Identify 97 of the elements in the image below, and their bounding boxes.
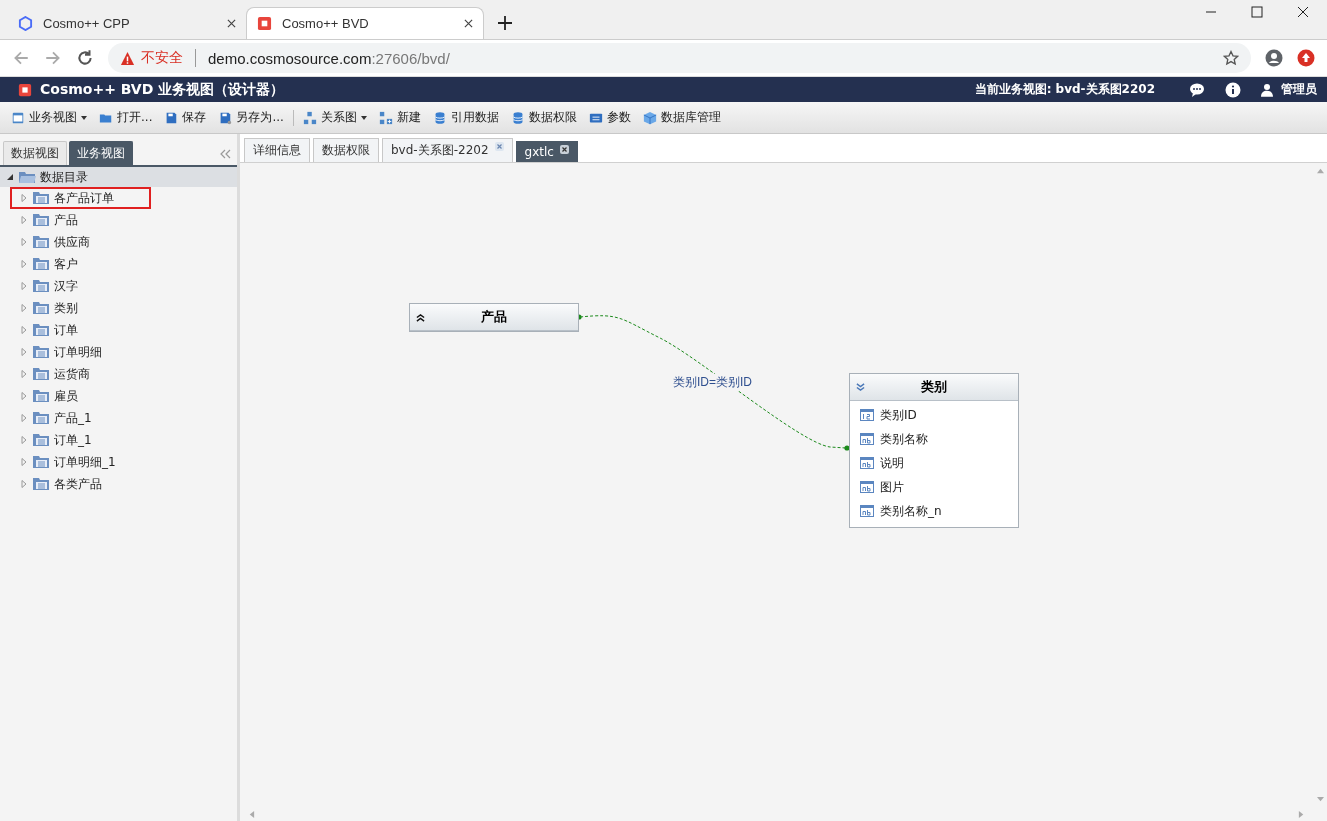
folder-icon	[32, 213, 50, 227]
folder-icon	[32, 191, 50, 205]
update-icon[interactable]	[1297, 49, 1315, 67]
cube-icon	[642, 110, 657, 125]
warning-icon	[120, 50, 135, 66]
folder-icon	[32, 389, 50, 403]
security-label: 不安全	[141, 49, 183, 67]
folder-icon	[32, 257, 50, 271]
table-name: 类别	[919, 378, 948, 396]
table-node[interactable]: 类别 类别ID 类别名称 说明 图片 类别名称_n	[849, 373, 1019, 528]
toolbar-button[interactable]: 打开...	[94, 107, 158, 128]
toolbar-button[interactable]: 数据权限	[505, 107, 582, 128]
account-icon[interactable]	[1265, 49, 1283, 67]
panel-tab[interactable]: 数据视图	[3, 141, 67, 165]
document-tab[interactable]: 数据权限	[313, 138, 379, 162]
url-text: demo.cosmosource.com:27606/bvd/	[208, 49, 451, 67]
info-icon[interactable]	[1225, 81, 1241, 98]
folder-icon	[32, 411, 50, 425]
panel-tab[interactable]: 业务视图	[69, 141, 133, 165]
tree-item[interactable]: 订单_1	[0, 429, 237, 451]
logo-icon	[18, 82, 32, 97]
tree-item[interactable]: 汉字	[0, 275, 237, 297]
folder-icon	[32, 367, 50, 381]
tree-item[interactable]: 类别	[0, 297, 237, 319]
toolbar-button[interactable]: 引用数据	[427, 107, 504, 128]
toolbar-button[interactable]: 数据库管理	[637, 107, 726, 128]
tree-item[interactable]: 运货商	[0, 363, 237, 385]
toolbar-button[interactable]: 业务视图	[6, 107, 92, 128]
logo-icon	[18, 15, 33, 31]
tree-item[interactable]: 各类产品	[0, 473, 237, 495]
new-tab-icon[interactable]	[498, 16, 512, 30]
folder-icon	[32, 235, 50, 249]
tree-item[interactable]: 各产品订单	[10, 187, 151, 209]
diagram-icon	[302, 110, 317, 125]
tree-item[interactable]: 数据目录	[0, 167, 237, 187]
folder-icon	[32, 433, 50, 447]
logo-icon	[257, 16, 272, 31]
star-icon[interactable]	[1223, 50, 1239, 66]
toolbar-button[interactable]: 保存	[159, 107, 212, 128]
folder-icon	[32, 477, 50, 491]
toolbar-button[interactable]: 另存为...	[213, 107, 289, 128]
current-view-label: 当前业务视图: bvd-关系图2202	[974, 81, 1155, 98]
collapse-icon[interactable]	[219, 149, 231, 159]
document-tab[interactable]: bvd-关系图-2202	[382, 138, 513, 162]
reload-icon[interactable]	[76, 49, 94, 67]
user-icon	[1261, 82, 1273, 97]
toolbar-button[interactable]: 参数	[583, 107, 636, 128]
folder-icon	[32, 279, 50, 293]
relation-label: 类别ID=类别ID	[673, 374, 752, 391]
tree-item[interactable]: 供应商	[0, 231, 237, 253]
tree-item[interactable]: 产品_1	[0, 407, 237, 429]
close-icon[interactable]	[464, 19, 473, 28]
document-tab[interactable]: 详细信息	[244, 138, 310, 162]
folder-icon	[32, 455, 50, 469]
folder-icon	[18, 170, 36, 184]
add-diagram-icon	[378, 110, 393, 125]
close-icon[interactable]	[559, 145, 569, 154]
database-icon	[510, 110, 525, 125]
field-row[interactable]: 图片	[850, 475, 1018, 499]
close-icon[interactable]	[1297, 6, 1309, 18]
text-field-icon	[860, 481, 874, 493]
database-icon	[432, 110, 447, 125]
close-icon[interactable]	[227, 18, 236, 28]
tree-item[interactable]: 雇员	[0, 385, 237, 407]
maximize-icon[interactable]	[1251, 6, 1263, 18]
toolbar-button[interactable]: 新建	[373, 107, 426, 128]
text-field-icon	[860, 505, 874, 517]
tree-item[interactable]: 订单明细_1	[0, 451, 237, 473]
chevron-up-icon[interactable]	[416, 312, 425, 322]
toolbar-button[interactable]: 关系图	[297, 107, 372, 128]
browser-tab[interactable]: Cosmo++ CPP	[8, 7, 246, 39]
table-node[interactable]: 产品	[409, 303, 579, 332]
field-row[interactable]: 类别名称_n	[850, 499, 1018, 523]
table-name: 产品	[479, 308, 508, 326]
chevron-down-icon[interactable]	[856, 382, 865, 392]
tree-item[interactable]: 客户	[0, 253, 237, 275]
folder-icon	[32, 323, 50, 337]
tree-item[interactable]: 订单	[0, 319, 237, 341]
text-field-icon	[860, 457, 874, 469]
window-icon	[11, 110, 25, 125]
address-bar[interactable]: 不安全 demo.cosmosource.com:27606/bvd/	[108, 43, 1251, 73]
tree-item[interactable]: 订单明细	[0, 341, 237, 363]
field-row[interactable]: 类别ID	[850, 403, 1018, 427]
chat-icon[interactable]	[1189, 81, 1205, 98]
tree-item[interactable]: 产品	[0, 209, 237, 231]
floppy-icon	[218, 110, 233, 125]
app-title: Cosmo++ BVD 业务视图（设计器）	[40, 80, 285, 99]
field-row[interactable]: 类别名称	[850, 427, 1018, 451]
text-field-icon	[860, 433, 874, 445]
field-row[interactable]: 说明	[850, 451, 1018, 475]
browser-tab[interactable]: Cosmo++ BVD	[246, 7, 484, 39]
floppy-icon	[164, 110, 179, 125]
document-tab[interactable]: gxtlc	[515, 141, 578, 162]
number-field-icon	[860, 409, 874, 421]
folder-icon	[32, 301, 50, 315]
user-name[interactable]: 管理员	[1281, 81, 1317, 98]
folder-icon	[32, 345, 50, 359]
